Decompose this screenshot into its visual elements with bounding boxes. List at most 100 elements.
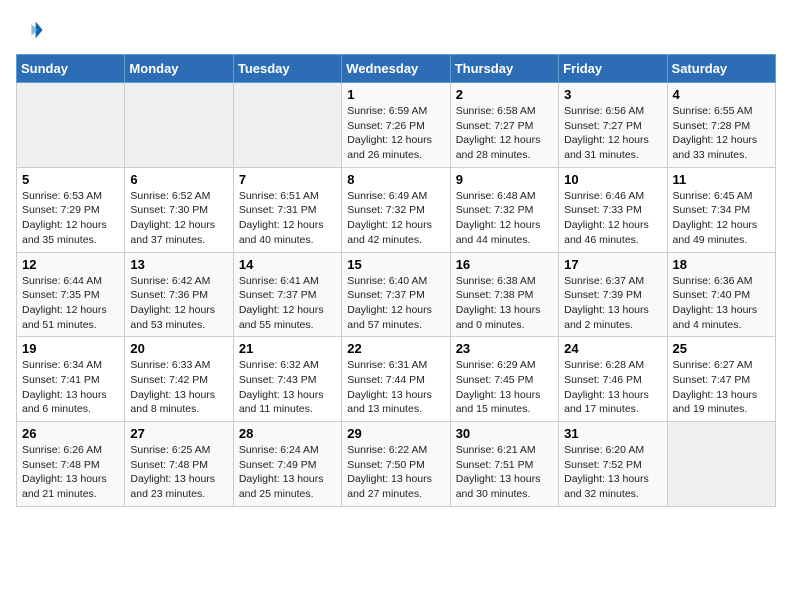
day-number: 11 (673, 172, 770, 187)
calendar-cell: 25Sunrise: 6:27 AMSunset: 7:47 PMDayligh… (667, 337, 775, 422)
day-number: 20 (130, 341, 227, 356)
daylight-text: Daylight: 12 hours (564, 133, 661, 148)
weekday-header-sunday: Sunday (17, 55, 125, 83)
sunset-text: Sunset: 7:27 PM (456, 119, 553, 134)
calendar-cell: 7Sunrise: 6:51 AMSunset: 7:31 PMDaylight… (233, 167, 341, 252)
day-number: 16 (456, 257, 553, 272)
calendar-cell (17, 83, 125, 168)
sunset-text: Sunset: 7:33 PM (564, 203, 661, 218)
sunset-text: Sunset: 7:35 PM (22, 288, 119, 303)
daylight-text: Daylight: 13 hours (456, 472, 553, 487)
sunrise-text: Sunrise: 6:49 AM (347, 189, 444, 204)
sunrise-text: Sunrise: 6:22 AM (347, 443, 444, 458)
sunrise-text: Sunrise: 6:56 AM (564, 104, 661, 119)
sunset-text: Sunset: 7:31 PM (239, 203, 336, 218)
calendar-cell: 29Sunrise: 6:22 AMSunset: 7:50 PMDayligh… (342, 422, 450, 507)
logo (16, 16, 48, 44)
weekday-header-saturday: Saturday (667, 55, 775, 83)
daylight-text: and 15 minutes. (456, 402, 553, 417)
daylight-text: Daylight: 13 hours (347, 388, 444, 403)
weekday-header-thursday: Thursday (450, 55, 558, 83)
calendar-week-3: 12 Sunrise: 6:44 AMSunset: 7:35 PM Dayligh… (17, 252, 776, 337)
day-number: 10 (564, 172, 661, 187)
sunrise-text: Sunrise: 6:44 AM (22, 274, 119, 289)
sunset-text: Sunset: 7:38 PM (456, 288, 553, 303)
day-number: 23 (456, 341, 553, 356)
calendar-cell: 11Sunrise: 6:45 AMSunset: 7:34 PMDayligh… (667, 167, 775, 252)
daylight-text: Daylight: 12 hours (564, 218, 661, 233)
sunset-text: Sunset: 7:36 PM (130, 288, 227, 303)
calendar-week-2: 5Sunrise: 6:53 AMSunset: 7:29 PMDaylight… (17, 167, 776, 252)
calendar-cell: 12Sunrise: 6:44 AMSunset: 7:35 PMDayligh… (17, 252, 125, 337)
calendar-cell: 8Sunrise: 6:49 AMSunset: 7:32 PMDaylight… (342, 167, 450, 252)
day-number: 30 (456, 426, 553, 441)
sunrise-text: Sunrise: 6:20 AM (564, 443, 661, 458)
daylight-text: Daylight: 13 hours (130, 388, 227, 403)
sunrise-text: Sunrise: 6:34 AM (22, 358, 119, 373)
calendar-cell: 26Sunrise: 6:26 AMSunset: 7:48 PMDayligh… (17, 422, 125, 507)
day-number: 31 (564, 426, 661, 441)
daylight-text: Daylight: 13 hours (673, 303, 770, 318)
day-number: 12 (22, 257, 119, 272)
sunrise-text: Sunrise: 6:58 AM (456, 104, 553, 119)
daylight-text: Daylight: 12 hours (130, 218, 227, 233)
day-number: 6 (130, 172, 227, 187)
sunset-text: Sunset: 7:52 PM (564, 458, 661, 473)
daylight-text: and 37 minutes. (130, 233, 227, 248)
calendar-cell: 27Sunrise: 6:25 AMSunset: 7:48 PMDayligh… (125, 422, 233, 507)
calendar-cell: 28Sunrise: 6:24 AMSunset: 7:49 PMDayligh… (233, 422, 341, 507)
calendar-cell: 22Sunrise: 6:31 AMSunset: 7:44 PMDayligh… (342, 337, 450, 422)
daylight-text: and 2 minutes. (564, 318, 661, 333)
calendar-cell (125, 83, 233, 168)
calendar-cell: 4Sunrise: 6:55 AMSunset: 7:28 PMDaylight… (667, 83, 775, 168)
daylight-text: Daylight: 12 hours (347, 303, 444, 318)
daylight-text: and 32 minutes. (564, 487, 661, 502)
daylight-text: Daylight: 12 hours (130, 303, 227, 318)
sunrise-text: Sunrise: 6:31 AM (347, 358, 444, 373)
day-number: 29 (347, 426, 444, 441)
sunrise-text: Sunrise: 6:29 AM (456, 358, 553, 373)
day-number: 21 (239, 341, 336, 356)
day-number: 9 (456, 172, 553, 187)
daylight-text: Daylight: 13 hours (564, 388, 661, 403)
calendar-cell: 16Sunrise: 6:38 AMSunset: 7:38 PMDayligh… (450, 252, 558, 337)
calendar-cell: 21Sunrise: 6:32 AMSunset: 7:43 PMDayligh… (233, 337, 341, 422)
calendar-cell: 31 Sunrise: 6:20 AMSunset: 7:52 PMDayligh… (559, 422, 667, 507)
daylight-text: Daylight: 12 hours (22, 218, 119, 233)
sunset-text: Sunset: 7:27 PM (564, 119, 661, 134)
daylight-text: Daylight: 13 hours (564, 472, 661, 487)
weekday-header-friday: Friday (559, 55, 667, 83)
day-number: 17 (564, 257, 661, 272)
daylight-text: and 46 minutes. (564, 233, 661, 248)
sunset-text: Sunset: 7:42 PM (130, 373, 227, 388)
calendar-cell: 2Sunrise: 6:58 AMSunset: 7:27 PMDaylight… (450, 83, 558, 168)
daylight-text: and 19 minutes. (673, 402, 770, 417)
calendar-cell: 15Sunrise: 6:40 AMSunset: 7:37 PMDayligh… (342, 252, 450, 337)
sunset-text: Sunset: 7:29 PM (22, 203, 119, 218)
day-number: 5 (22, 172, 119, 187)
day-number: 22 (347, 341, 444, 356)
daylight-text: Daylight: 13 hours (239, 388, 336, 403)
weekday-header-monday: Monday (125, 55, 233, 83)
calendar-cell: 1Sunrise: 6:59 AMSunset: 7:26 PMDaylight… (342, 83, 450, 168)
day-number: 13 (130, 257, 227, 272)
sunset-text: Sunset: 7:40 PM (673, 288, 770, 303)
daylight-text: and 11 minutes. (239, 402, 336, 417)
daylight-text: Daylight: 13 hours (456, 388, 553, 403)
daylight-text: and 21 minutes. (22, 487, 119, 502)
daylight-text: and 28 minutes. (456, 148, 553, 163)
sunrise-text: Sunrise: 6:53 AM (22, 189, 119, 204)
day-number: 2 (456, 87, 553, 102)
day-number: 1 (347, 87, 444, 102)
daylight-text: and 4 minutes. (673, 318, 770, 333)
sunset-text: Sunset: 7:32 PM (347, 203, 444, 218)
day-number: 4 (673, 87, 770, 102)
daylight-text: Daylight: 13 hours (239, 472, 336, 487)
sunset-text: Sunset: 7:30 PM (130, 203, 227, 218)
sunrise-text: Sunrise: 6:26 AM (22, 443, 119, 458)
sunset-text: Sunset: 7:37 PM (239, 288, 336, 303)
sunset-text: Sunset: 7:51 PM (456, 458, 553, 473)
sunset-text: Sunset: 7:43 PM (239, 373, 336, 388)
daylight-text: and 0 minutes. (456, 318, 553, 333)
calendar-week-4: 19Sunrise: 6:34 AMSunset: 7:41 PMDayligh… (17, 337, 776, 422)
